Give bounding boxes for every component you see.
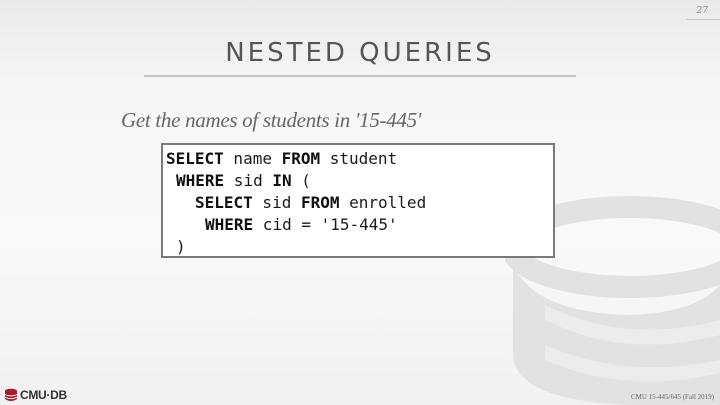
course-footer: CMU 15-445/645 (Fall 2019) — [630, 393, 714, 401]
slide-subtitle: Get the names of students in '15-445' — [121, 108, 422, 132]
page-number-rule — [686, 19, 720, 20]
code-line-1: SELECT name FROM student — [166, 149, 397, 168]
logo-text: CMU·DB — [20, 388, 67, 402]
code-line-3: SELECT sid FROM enrolled — [195, 193, 426, 212]
code-line-5: ) — [176, 237, 186, 256]
cmu-db-logo: CMU·DB — [4, 386, 67, 404]
code-text: ) — [176, 237, 186, 256]
code-text: sid — [252, 193, 301, 212]
page-number: 27 — [696, 6, 708, 16]
sql-code-box: SELECT name FROM student WHERE sid IN ( … — [161, 143, 555, 258]
keyword: WHERE — [205, 215, 254, 234]
title-underline — [144, 75, 576, 77]
database-logo-icon — [4, 388, 18, 401]
keyword: IN — [272, 171, 292, 190]
code-text: name — [223, 149, 282, 168]
code-text: cid = '15-445' — [253, 215, 398, 234]
keyword: SELECT — [166, 149, 224, 168]
keyword: SELECT — [195, 193, 253, 212]
code-line-2: WHERE sid IN ( — [176, 171, 311, 190]
slide-title: NESTED QUERIES — [225, 38, 495, 68]
code-text: student — [320, 149, 398, 168]
code-text: sid — [224, 171, 273, 190]
code-text: ( — [291, 171, 311, 190]
keyword: FROM — [300, 193, 340, 212]
keyword: FROM — [281, 149, 321, 168]
slide: 27 NESTED QUERIES Get the names of stude… — [0, 0, 720, 405]
keyword: WHERE — [176, 171, 225, 190]
code-line-4: WHERE cid = '15-445' — [205, 215, 398, 234]
code-text: enrolled — [339, 193, 427, 212]
